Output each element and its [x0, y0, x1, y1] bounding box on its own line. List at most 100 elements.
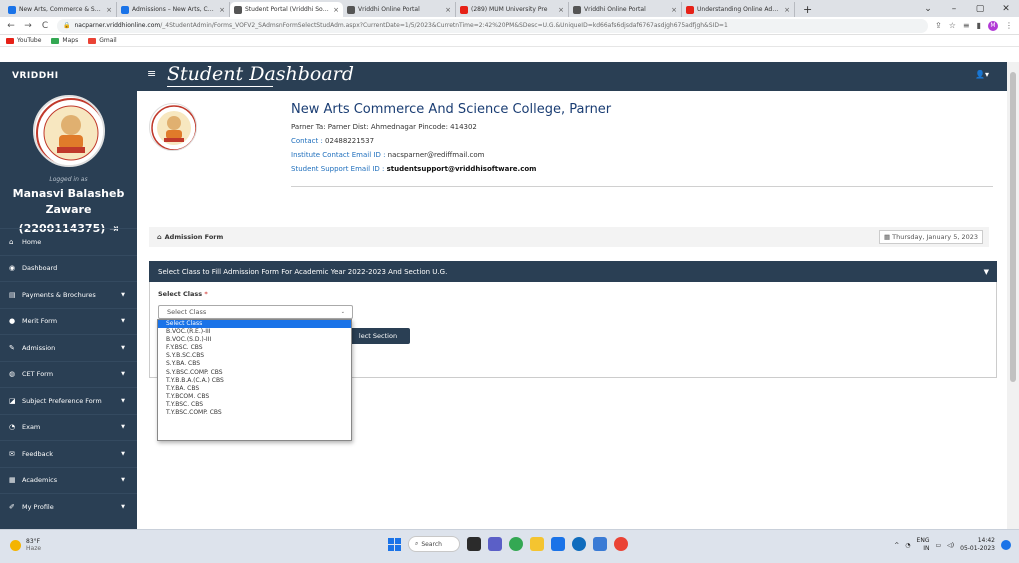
tab-search-icon[interactable]: ⌄ — [915, 4, 941, 14]
class-option[interactable]: B.VOC.(S.D.)-III — [158, 336, 351, 344]
class-option[interactable]: S.Y.B.SC.CBS — [158, 352, 351, 360]
college-address: Parner Ta: Parner Dist: Ahmednagar Pinco… — [291, 123, 477, 131]
file-explorer-icon[interactable] — [530, 537, 544, 551]
support-value: studentsupport@vriddhisoftware.com — [386, 165, 537, 173]
browser-tab[interactable]: Admissions – New Arts, Commerce× — [117, 2, 230, 17]
college-contact: Contact : 02488221537 — [291, 137, 374, 145]
scroll-thumb[interactable] — [1010, 72, 1016, 382]
start-icon[interactable] — [388, 537, 401, 551]
reload-icon[interactable]: C — [40, 21, 50, 31]
share-icon[interactable]: ⇪ — [935, 21, 942, 30]
caret-down-icon: ▼ — [121, 424, 125, 431]
new-tab-button[interactable]: + — [795, 2, 820, 17]
back-icon[interactable]: ← — [6, 21, 16, 31]
sidebar-item-feedback[interactable]: ✉ Feedback ▼ — [0, 440, 137, 467]
sidebar-item-subject-preference-form[interactable]: ◪ Subject Preference Form ▼ — [0, 387, 137, 414]
network-icon[interactable]: ◔ — [905, 542, 910, 549]
sidebar-item-exam[interactable]: ◔ Exam ▼ — [0, 413, 137, 441]
clock-date[interactable]: 05-01-2023 — [960, 545, 995, 553]
lang-label[interactable]: ENG — [917, 537, 930, 545]
class-option[interactable]: S.Y.BSC.COMP. CBS — [158, 369, 351, 377]
sidebar-item-merit-form[interactable]: ● Merit Form ▼ — [0, 307, 137, 335]
chevron-down-icon[interactable]: ▼ — [984, 268, 989, 276]
bookmark-item[interactable]: Maps — [51, 37, 78, 44]
tab-close-icon[interactable]: × — [106, 6, 112, 14]
sidebar-item-label: Feedback — [22, 449, 53, 458]
sidebar-item-my-profile[interactable]: ✐ My Profile ▼ — [0, 493, 137, 520]
browser-tab[interactable]: Vriddhi Online Portal × — [569, 2, 682, 17]
volume-icon[interactable]: ◁) — [947, 542, 954, 549]
tab-close-icon[interactable]: × — [333, 6, 339, 14]
store-icon[interactable] — [593, 537, 607, 551]
region-label[interactable]: IN — [917, 545, 929, 553]
browser-tab[interactable]: Vriddhi Online Portal × — [343, 2, 456, 17]
date-text: Thursday, January 5, 2023 — [892, 233, 978, 241]
user-menu-icon[interactable]: 👤▾ — [975, 70, 989, 79]
notification-icon[interactable] — [1001, 540, 1011, 550]
bookmarks-bar: YouTube Maps Gmail — [0, 35, 1019, 47]
bookmark-item[interactable]: Gmail — [88, 37, 117, 44]
taskbar-search[interactable]: ⌕ Search — [408, 536, 460, 552]
select-section-button[interactable]: lect Section — [346, 328, 410, 344]
mail-icon[interactable] — [551, 537, 565, 551]
chrome-icon[interactable] — [509, 537, 523, 551]
class-option[interactable]: T.Y.B.B.A.(C.A.) CBS — [158, 377, 351, 385]
sidebar-item-cet-form[interactable]: ◍ CET Form ▼ — [0, 360, 137, 388]
url-field[interactable]: 🔒 nacparner.vriddhionline.com /_4Student… — [57, 18, 929, 33]
edge-icon[interactable] — [572, 537, 586, 551]
menu-toggle-icon[interactable]: ≡ — [147, 67, 156, 80]
sidepanel-icon[interactable]: ▮ — [977, 21, 981, 30]
tab-label: Understanding Online Admissio — [697, 6, 781, 13]
browser-tab[interactable]: New Arts, Commerce & Science× — [4, 2, 117, 17]
bookmark-item[interactable]: YouTube — [6, 37, 41, 44]
class-option[interactable]: T.Y.BSC. CBS — [158, 401, 351, 409]
browser-tab[interactable]: Understanding Online Admissio× — [682, 2, 795, 17]
class-option[interactable]: T.Y.BCOM. CBS — [158, 393, 351, 401]
sidebar-item-dashboard[interactable]: ◉ Dashboard — [0, 254, 137, 282]
class-option[interactable]: Select Class — [158, 320, 351, 329]
tab-close-icon[interactable]: × — [445, 6, 451, 14]
weather-desc: Haze — [26, 545, 42, 552]
browser-icon[interactable] — [614, 537, 628, 551]
admission-icon: ✎ — [9, 343, 15, 352]
forward-icon[interactable]: → — [23, 21, 33, 31]
caret-down-icon: ▼ — [121, 344, 125, 351]
class-option[interactable]: F.Y.BSC. CBS — [158, 344, 351, 352]
task-view-icon[interactable] — [467, 537, 481, 551]
class-option[interactable]: T.Y.BSC.COMP. CBS — [158, 409, 351, 417]
tab-close-icon[interactable]: × — [671, 6, 677, 14]
tray-chevron-icon[interactable]: ^ — [894, 542, 899, 549]
browser-tab[interactable]: (289) MUM University Pre × — [456, 2, 569, 17]
minimize-icon[interactable]: – — [941, 4, 967, 14]
home-icon: ⌂ — [9, 237, 14, 246]
tab-close-icon[interactable]: × — [784, 6, 790, 14]
sidebar-item-payments-brochures[interactable]: ▤ Payments & Brochures ▼ — [0, 281, 137, 308]
bookmark-label: Gmail — [99, 37, 117, 44]
profile-avatar[interactable]: M — [988, 20, 998, 31]
sidebar-item-admission[interactable]: ✎ Admission ▼ — [0, 334, 137, 361]
extensions-icon[interactable]: ≡ — [963, 21, 970, 30]
page-scrollbar[interactable] — [1007, 62, 1019, 529]
wifi-icon[interactable]: ▭ — [935, 542, 941, 549]
close-window-icon[interactable]: ✕ — [993, 4, 1019, 14]
more-icon[interactable]: ⋮ — [1005, 21, 1013, 30]
breadcrumb: ⌂ Admission Form ▦ Thursday, January 5, … — [149, 227, 989, 247]
sidebar-item-home[interactable]: ⌂ Home — [0, 228, 137, 255]
subject-icon: ◪ — [9, 396, 16, 405]
weather-widget[interactable]: 83°F Haze — [10, 538, 41, 552]
class-option[interactable]: T.Y.BA. CBS — [158, 385, 351, 393]
tab-close-icon[interactable]: × — [558, 6, 564, 14]
maximize-icon[interactable]: ▢ — [967, 4, 993, 14]
form-panel-header[interactable]: Select Class to Fill Admission Form For … — [149, 261, 997, 282]
tab-close-icon[interactable]: × — [219, 6, 225, 14]
clock-time[interactable]: 14:42 — [960, 537, 995, 545]
bookmark-star-icon[interactable]: ☆ — [949, 21, 956, 30]
class-option[interactable]: S.Y.BA. CBS — [158, 360, 351, 368]
sidebar-item-academics[interactable]: ▦ Academics ▼ — [0, 466, 137, 494]
brand-area: VRIDDHI — [0, 62, 137, 91]
class-option[interactable]: B.VOC.(R.E.)-III — [158, 328, 351, 336]
class-select[interactable]: Select Class ⌄ — [158, 305, 353, 319]
browser-tab[interactable]: Student Portal (Vriddhi Software× — [230, 2, 343, 17]
sidebar-item-label: Merit Form — [22, 317, 58, 326]
teams-icon[interactable] — [488, 537, 502, 551]
